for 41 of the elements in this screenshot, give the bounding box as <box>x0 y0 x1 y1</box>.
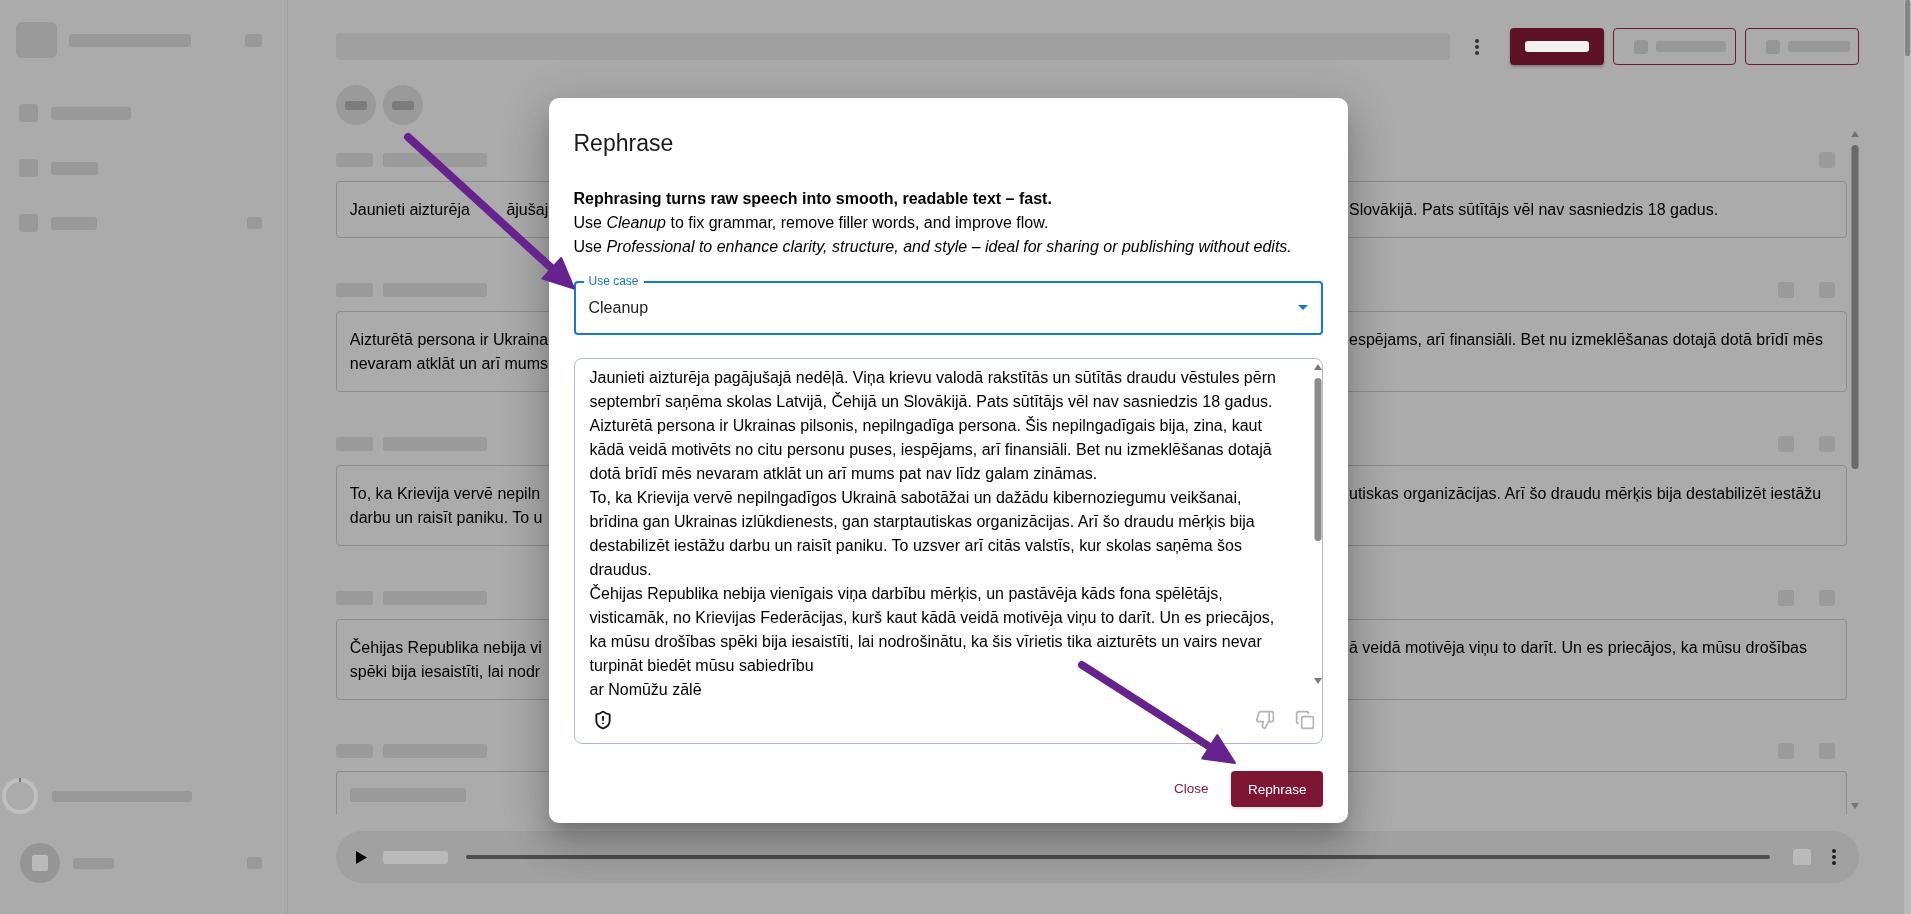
output-text-field[interactable]: Jaunieti aizturēja pagājušajā nedēļā. Viņa krievu valodā rakstītās un sūtītās draudu vēstules pērn septembrī saņēma skolas Latvijā, Čehijā un Slovākijā. Pats sūtītājs vēl nav sasniedzis 18 gadus. Aizturētā persona ir Ukrainas pilsonis, nepilngadīga persona. Šis nepilngadīgais bija, zina, kaut kādā veidā motivēts no citu personu puses, iespējams, arī finansiāli. Bet nu izmeklēšanas dotajā dotā brīdī mēs nevaram atklāt un arī mums pat nav līdz galam zināmas. To, ka Krievija vervē nepilngadīgos Ukrainā sabotāžai un dažādu kibernoziegumu veikšanai, brīdina gan Ukrainas izlūkdienests, gan starptautiskas organizācijas. Arī šo draudu mērķis bija destabilizēt iestāžu darbu un raisīt paniku. To uzsver arī citās valstīs, kur skolas saņēma šos draudus. Čehijas Republika nebija vienīgais viņa darbību mērķis, un pastāvēja kāds fona spēlētājs, visticamāk, no Krievijas Federācijas, kurš kaut kādā veidā motivēja viņu to darīt. Un es priecājos, ka mūsu drošības spēki bija iesaistīti, lai nodrošinātu, ka šis vīrietis tika aizturēts un vairs nevar turpināt biedēt mūsu sabiedrību ar Nomūžu zālē <box>589 366 1287 702</box>
transcript-text: espējams, arī finansiāli. Bet nu izmeklēšanas dotajā dotā brīdī mēs <box>1349 329 1823 350</box>
transcript-text: Aizturētā persona ir Ukraina <box>349 329 549 350</box>
transcript-text: ā veidā motivēja viņu to darīt. Un es priecājos, ka mūsu drošības <box>1349 637 1807 658</box>
transcript-text: Jaunieti aizturēja <box>349 199 470 220</box>
transcript-text: darbu un raisīt paniku. To u <box>349 507 543 528</box>
more-icon[interactable] <box>1832 849 1836 865</box>
page-scrollbar[interactable] <box>1904 0 1911 914</box>
help-text: Use Cleanup to fix grammar, remove filler words, and improve flow. <box>573 212 1050 233</box>
field-label: Use case <box>583 273 644 288</box>
shield-alert-icon[interactable] <box>592 709 613 730</box>
dialog-title: Rephrase <box>573 128 675 158</box>
transcript-text: Slovākijā. Pats sūtītājs vēl nav sasniedzis 18 gadus. <box>1349 199 1719 220</box>
redacted-text <box>383 850 448 864</box>
caret-icon <box>1297 305 1308 310</box>
redacted-icon <box>345 100 367 110</box>
more-icon[interactable] <box>1475 38 1479 55</box>
toolbar-button[interactable] <box>1510 28 1604 65</box>
use-case-select[interactable]: Use case Cleanup <box>573 272 1323 335</box>
transcript-text: nevaram atklāt un arī mums <box>349 353 549 374</box>
ring-icon <box>2 778 38 814</box>
help-text: Use Professional to enhance clarity, structure, and style – ideal for sharing or publishing without edits. <box>573 236 1293 257</box>
play-icon[interactable] <box>356 850 367 864</box>
thumbs-down-icon[interactable] <box>1254 709 1275 730</box>
redacted-label <box>1525 41 1589 52</box>
close-button[interactable]: Close <box>1165 771 1217 807</box>
transcript-text: Čehijas Republika nebija vi <box>349 637 542 658</box>
toolbar-button[interactable] <box>1745 28 1859 65</box>
copy-icon[interactable] <box>1294 709 1315 730</box>
description-heading: Rephrasing turns raw speech into smooth, readable text – fast. <box>573 188 1053 209</box>
rephrase-button[interactable]: Rephrase <box>1231 771 1323 807</box>
transcript-text: ājušaj <box>506 199 549 220</box>
round-button[interactable] <box>336 85 376 125</box>
redacted-icon <box>1793 849 1811 865</box>
progress-track[interactable] <box>466 855 1770 859</box>
redacted-icon <box>392 100 414 110</box>
toolbar-button[interactable] <box>1613 28 1736 65</box>
transcript-text: spēki bija iesaistīti, lai nodr <box>349 661 541 682</box>
round-button[interactable] <box>383 85 423 125</box>
transcript-text: To, ka Krievija vervē nepiln <box>349 483 541 504</box>
transcript-text: utiskas organizācijas. Arī šo draudu mērķis bija destabilizēt iestāžu <box>1349 483 1822 504</box>
